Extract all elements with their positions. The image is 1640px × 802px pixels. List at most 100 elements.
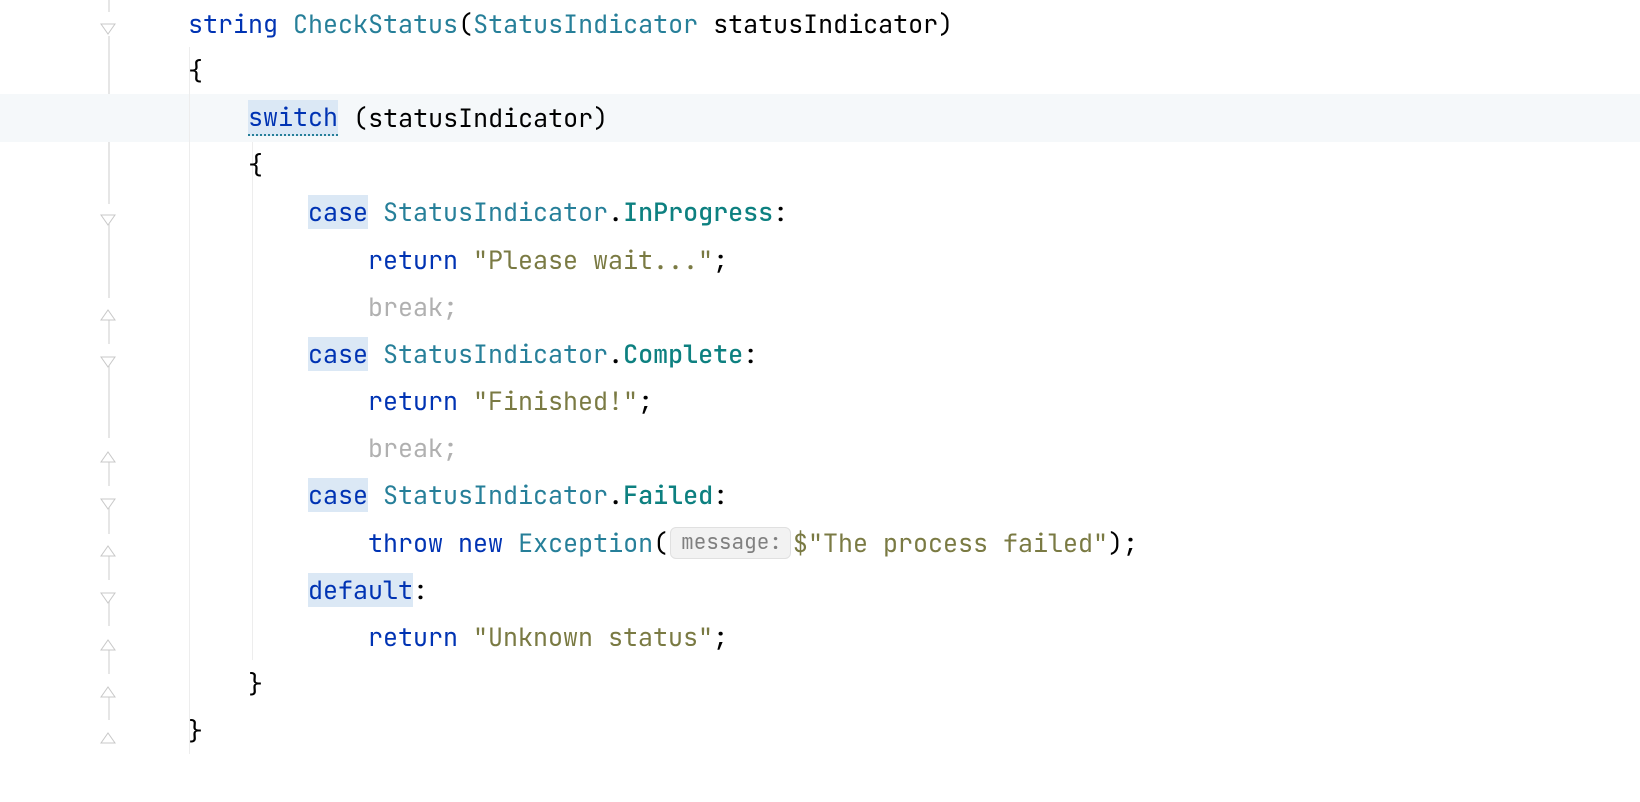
brace-open: { bbox=[248, 148, 263, 182]
colon: : bbox=[773, 195, 788, 229]
semicolon: ; bbox=[638, 384, 653, 418]
keyword-return: return bbox=[368, 243, 458, 277]
code-line[interactable]: break; bbox=[158, 283, 1640, 330]
fold-end-icon[interactable] bbox=[99, 440, 121, 462]
code-line[interactable]: default: bbox=[158, 566, 1640, 613]
indent bbox=[158, 195, 308, 229]
type-name: StatusIndicator bbox=[473, 7, 698, 41]
indent bbox=[158, 526, 368, 560]
brace-open: { bbox=[188, 54, 203, 88]
method-name: CheckStatus bbox=[293, 7, 458, 41]
space bbox=[458, 384, 473, 418]
dot: . bbox=[608, 195, 623, 229]
code-line[interactable]: return "Finished!"; bbox=[158, 378, 1640, 425]
indent bbox=[158, 620, 368, 654]
keyword-switch: switch bbox=[248, 100, 338, 136]
indent bbox=[158, 478, 308, 512]
parameter-name: statusIndicator bbox=[713, 7, 938, 41]
keyword-return: return bbox=[368, 384, 458, 418]
dead-code: break; bbox=[368, 290, 458, 324]
space bbox=[458, 243, 473, 277]
indent bbox=[158, 148, 248, 182]
code-line[interactable]: { bbox=[158, 47, 1640, 94]
paren-open: ( bbox=[458, 7, 473, 41]
fold-toggle-icon[interactable] bbox=[99, 203, 121, 225]
space bbox=[698, 7, 713, 41]
keyword-string: string bbox=[188, 7, 278, 41]
code-line[interactable]: break; bbox=[158, 425, 1640, 472]
string-prefix: $ bbox=[793, 526, 808, 560]
fold-end-icon[interactable] bbox=[99, 298, 121, 320]
code-line[interactable]: } bbox=[158, 661, 1640, 708]
code-line[interactable]: return "Unknown status"; bbox=[158, 613, 1640, 660]
indent bbox=[158, 573, 308, 607]
indent bbox=[158, 290, 368, 324]
indent bbox=[158, 54, 188, 88]
string-literal: "The process failed" bbox=[808, 526, 1108, 560]
type-name: StatusIndicator bbox=[383, 195, 608, 229]
code-line[interactable]: string CheckStatus(StatusIndicator statu… bbox=[158, 0, 1640, 47]
keyword-new: new bbox=[458, 526, 503, 560]
indent bbox=[158, 714, 188, 748]
keyword-return: return bbox=[368, 620, 458, 654]
space bbox=[368, 337, 383, 371]
type-name: Exception bbox=[518, 526, 653, 560]
indent bbox=[158, 384, 368, 418]
code-line[interactable]: case StatusIndicator.InProgress: bbox=[158, 189, 1640, 236]
variable: statusIndicator bbox=[368, 101, 593, 135]
code-line[interactable]: { bbox=[158, 142, 1640, 189]
brace-close: } bbox=[188, 714, 203, 748]
string-literal: "Please wait..." bbox=[473, 243, 713, 277]
semicolon: ; bbox=[1123, 526, 1138, 560]
code-editor[interactable]: string CheckStatus(StatusIndicator statu… bbox=[0, 0, 1640, 802]
enum-member: InProgress bbox=[623, 195, 773, 229]
space bbox=[458, 620, 473, 654]
space bbox=[443, 526, 458, 560]
space bbox=[338, 101, 353, 135]
indent bbox=[158, 7, 188, 41]
indent bbox=[158, 243, 368, 277]
type-name: StatusIndicator bbox=[383, 478, 608, 512]
fold-end-icon[interactable] bbox=[99, 721, 121, 743]
keyword-default: default bbox=[308, 573, 413, 607]
paren-close: ) bbox=[1108, 526, 1123, 560]
fold-end-icon[interactable] bbox=[99, 675, 121, 697]
colon: : bbox=[743, 337, 758, 371]
colon: : bbox=[713, 478, 728, 512]
keyword-throw: throw bbox=[368, 526, 443, 560]
space bbox=[278, 7, 293, 41]
code-line[interactable]: case StatusIndicator.Complete: bbox=[158, 330, 1640, 377]
fold-toggle-icon[interactable] bbox=[99, 487, 121, 509]
fold-end-icon[interactable] bbox=[99, 534, 121, 556]
fold-toggle-icon[interactable] bbox=[99, 12, 121, 34]
fold-toggle-icon[interactable] bbox=[99, 345, 121, 367]
paren-open: ( bbox=[653, 526, 668, 560]
keyword-case: case bbox=[308, 337, 368, 371]
semicolon: ; bbox=[713, 620, 728, 654]
string-literal: "Finished!" bbox=[473, 384, 638, 418]
fold-toggle-icon[interactable] bbox=[99, 581, 121, 603]
type-name: StatusIndicator bbox=[383, 337, 608, 371]
paren-open: ( bbox=[353, 101, 368, 135]
paren-close: ) bbox=[938, 7, 953, 41]
code-line-current[interactable]: switch (statusIndicator) bbox=[158, 94, 1640, 141]
enum-member: Failed bbox=[623, 478, 713, 512]
code-line[interactable]: throw new Exception(message:$"The proces… bbox=[158, 519, 1640, 566]
keyword-case: case bbox=[308, 478, 368, 512]
code-content[interactable]: string CheckStatus(StatusIndicator statu… bbox=[158, 0, 1640, 755]
colon: : bbox=[413, 573, 428, 607]
keyword-case: case bbox=[308, 195, 368, 229]
parameter-hint: message: bbox=[670, 527, 791, 559]
dead-code: break; bbox=[368, 431, 458, 465]
space bbox=[368, 195, 383, 229]
code-line[interactable]: } bbox=[158, 708, 1640, 755]
fold-end-icon[interactable] bbox=[99, 628, 121, 650]
code-line[interactable]: case StatusIndicator.Failed: bbox=[158, 472, 1640, 519]
paren-close: ) bbox=[593, 101, 608, 135]
space bbox=[503, 526, 518, 560]
space bbox=[368, 478, 383, 512]
brace-close: } bbox=[248, 667, 263, 701]
code-line[interactable]: return "Please wait..."; bbox=[158, 236, 1640, 283]
indent bbox=[158, 667, 248, 701]
string-literal: "Unknown status" bbox=[473, 620, 713, 654]
